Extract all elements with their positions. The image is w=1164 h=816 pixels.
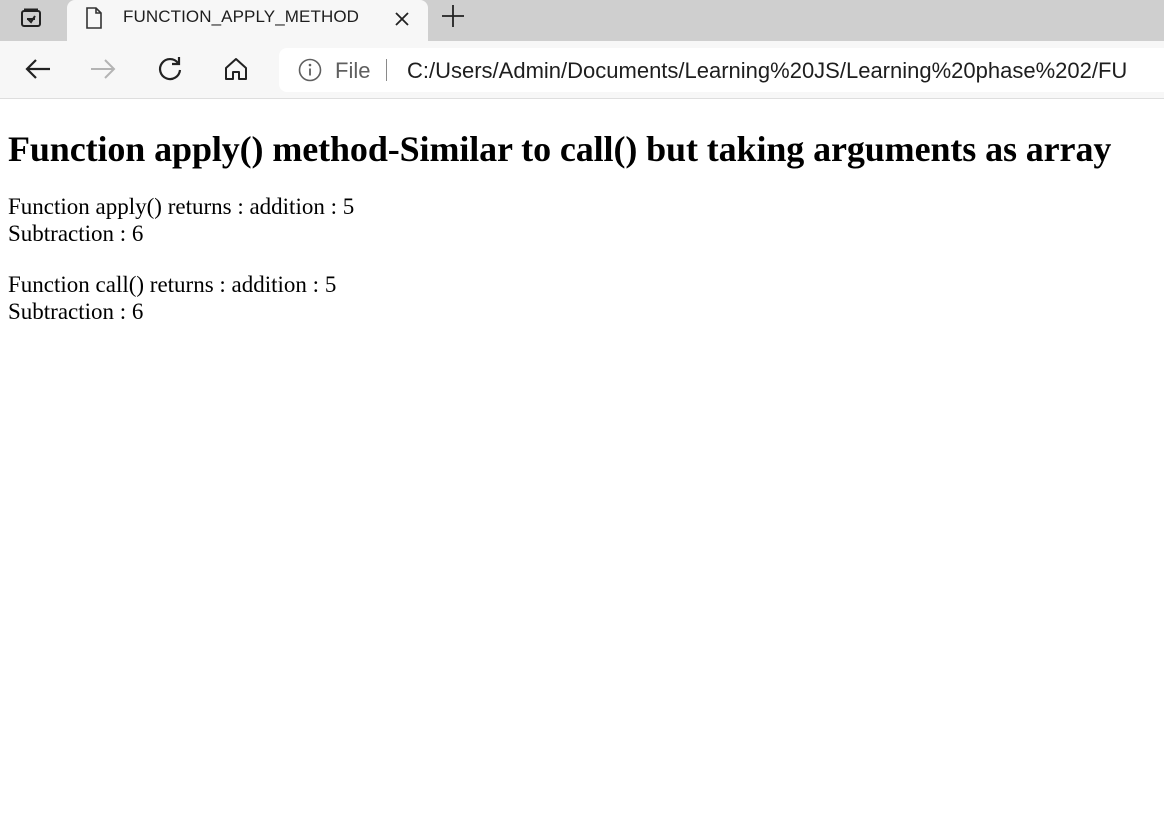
info-icon[interactable] xyxy=(298,58,322,82)
page-content: Function apply() method-Similar to call(… xyxy=(8,110,1158,349)
url-text[interactable]: C:/Users/Admin/Documents/Learning%20JS/L… xyxy=(407,58,1127,84)
back-button[interactable] xyxy=(22,53,54,85)
address-bar[interactable]: File C:/Users/Admin/Documents/Learning%2… xyxy=(279,48,1164,92)
call-result-line2: Subtraction : 6 xyxy=(8,299,144,325)
scheme-label: File xyxy=(335,58,371,83)
close-icon[interactable] xyxy=(391,8,413,30)
workspaces-icon xyxy=(21,8,41,27)
page-icon xyxy=(86,7,102,29)
apply-result: Function apply() returns : addition : 5 … xyxy=(8,193,1158,247)
apply-result-line1: Function apply() returns : addition : 5 xyxy=(8,194,355,220)
tab-active[interactable]: FUNCTION_APPLY_METHOD xyxy=(67,0,428,41)
workspaces-button[interactable] xyxy=(10,4,54,32)
reload-button[interactable] xyxy=(154,53,186,85)
tab-title: FUNCTION_APPLY_METHOD xyxy=(123,7,360,26)
forward-button[interactable] xyxy=(87,53,119,85)
new-tab-button[interactable] xyxy=(440,3,466,29)
address-separator xyxy=(386,59,387,81)
call-result: Function call() returns : addition : 5 S… xyxy=(8,271,1158,325)
home-icon xyxy=(225,58,247,80)
apply-result-line2: Subtraction : 6 xyxy=(8,221,144,247)
call-result-line1: Function call() returns : addition : 5 xyxy=(8,272,337,298)
home-button[interactable] xyxy=(220,53,252,85)
forward-arrow-icon xyxy=(91,59,116,79)
toolbar: File C:/Users/Admin/Documents/Learning%2… xyxy=(0,41,1164,99)
back-arrow-icon xyxy=(25,59,50,79)
page-heading: Function apply() method-Similar to call(… xyxy=(8,129,1112,169)
reload-icon xyxy=(158,57,182,81)
tab-strip: FUNCTION_APPLY_METHOD xyxy=(0,0,1164,41)
